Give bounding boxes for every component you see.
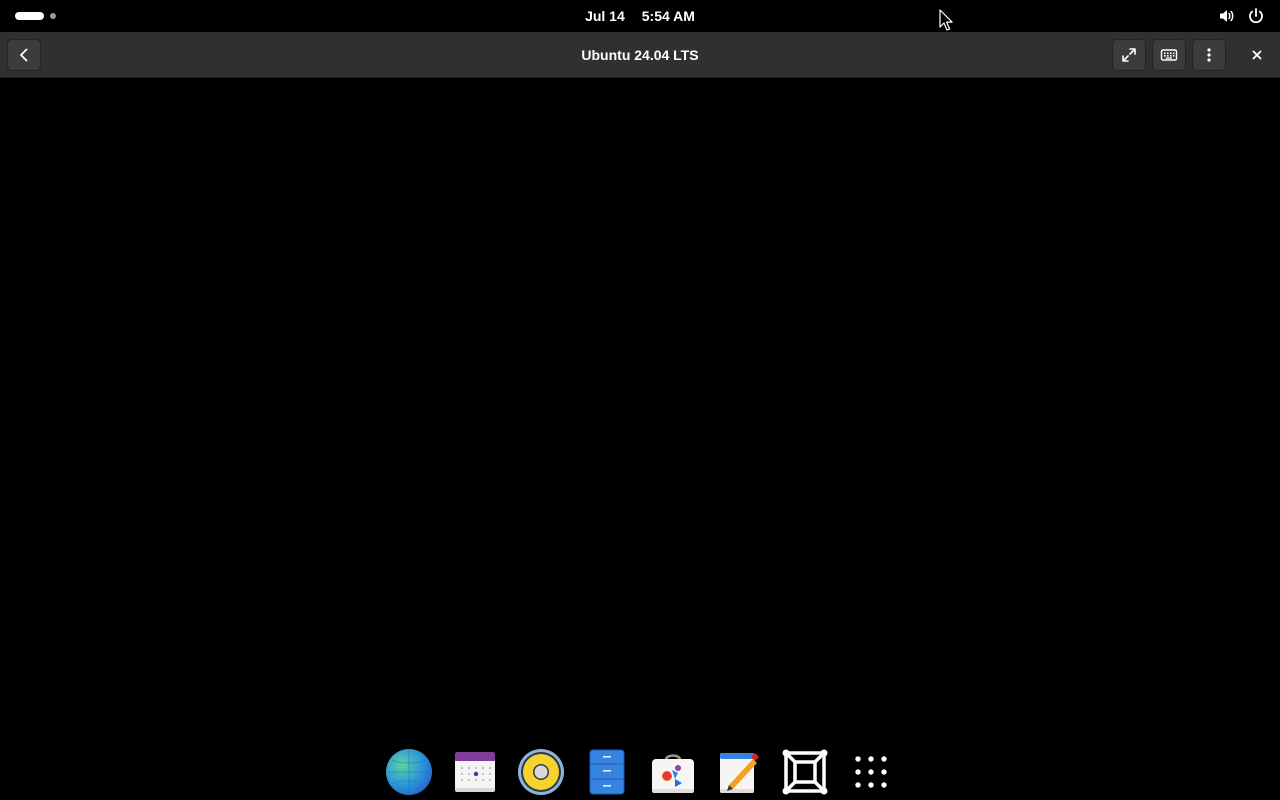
dock bbox=[0, 744, 1280, 798]
file-cabinet-icon bbox=[589, 749, 625, 795]
keyboard-icon bbox=[1160, 49, 1178, 61]
text-editor-pencil-icon bbox=[720, 753, 759, 793]
clock: Jul 14 5:54 AM bbox=[0, 0, 1280, 32]
globe-icon bbox=[386, 749, 432, 795]
dock-show-apps[interactable] bbox=[846, 747, 896, 797]
fullscreen-button[interactable] bbox=[1112, 39, 1146, 71]
date-time-button[interactable]: Jul 14 5:54 AM bbox=[577, 4, 703, 28]
boxes-icon bbox=[782, 749, 828, 795]
dock-boxes[interactable] bbox=[780, 747, 830, 797]
clock-time: 5:54 AM bbox=[641, 8, 695, 24]
close-button[interactable] bbox=[1240, 39, 1274, 71]
shopping-bag-icon bbox=[652, 754, 694, 793]
viewer-title: Ubuntu 24.04 LTS bbox=[581, 47, 699, 63]
remote-display-area[interactable] bbox=[0, 78, 1280, 800]
dock-text-editor[interactable] bbox=[714, 747, 764, 797]
workspace-indicator[interactable] bbox=[15, 12, 60, 20]
chevron-left-icon bbox=[20, 48, 28, 62]
workspace-dot[interactable] bbox=[50, 13, 56, 19]
dock-files[interactable] bbox=[582, 747, 632, 797]
dock-calendar[interactable] bbox=[450, 747, 500, 797]
fullscreen-icon bbox=[1122, 48, 1136, 62]
mouse-cursor-icon bbox=[939, 9, 953, 31]
volume-icon[interactable] bbox=[1218, 7, 1236, 25]
active-workspace-pill[interactable] bbox=[15, 12, 44, 20]
menu-button[interactable] bbox=[1192, 39, 1226, 71]
app-grid-icon bbox=[855, 756, 887, 788]
top-bar: Jul 14 5:54 AM bbox=[0, 0, 1280, 32]
close-icon bbox=[1252, 50, 1262, 60]
back-button[interactable] bbox=[7, 39, 41, 71]
viewer-header-bar: Ubuntu 24.04 LTS bbox=[0, 32, 1280, 78]
vertical-dots-menu-icon bbox=[1207, 48, 1211, 62]
dock-music-player[interactable] bbox=[516, 747, 566, 797]
dock-software-store[interactable] bbox=[648, 747, 698, 797]
speaker-icon bbox=[518, 749, 564, 795]
keyboard-button[interactable] bbox=[1152, 39, 1186, 71]
calendar-icon bbox=[455, 752, 495, 792]
clock-date: Jul 14 bbox=[585, 8, 625, 24]
power-icon[interactable] bbox=[1247, 7, 1265, 25]
dock-web-browser[interactable] bbox=[384, 747, 434, 797]
